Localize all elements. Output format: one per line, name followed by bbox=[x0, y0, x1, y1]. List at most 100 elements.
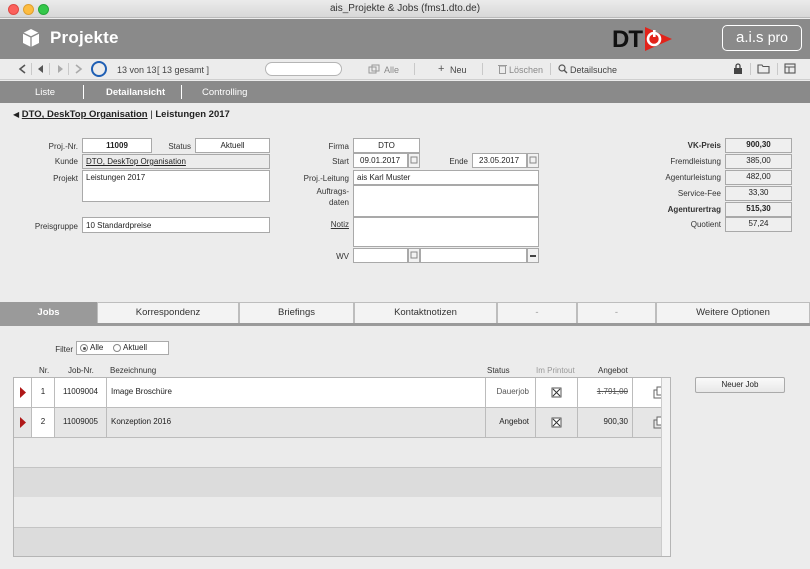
status-field[interactable]: Aktuell bbox=[195, 138, 270, 153]
back-arrow-icon[interactable]: ◀ bbox=[13, 110, 19, 119]
summary-value-1: 385,00 bbox=[725, 154, 792, 169]
table-row[interactable]: 1 11009004 Image Broschüre Dauerjob 1.791,00 bbox=[14, 378, 670, 408]
first-record-icon[interactable] bbox=[18, 64, 28, 74]
toolbar-divider bbox=[31, 63, 32, 75]
start-label: Start bbox=[332, 157, 349, 166]
show-all-button[interactable]: Alle bbox=[384, 65, 399, 75]
row-marker-icon[interactable] bbox=[14, 408, 32, 437]
row-im-printout-checkbox[interactable] bbox=[536, 408, 578, 437]
row-status: Angebot bbox=[486, 408, 536, 437]
minus-icon[interactable] bbox=[527, 248, 539, 263]
detail-search-button[interactable]: Detailsuche bbox=[570, 65, 617, 75]
next-record-icon[interactable] bbox=[55, 64, 65, 74]
kunde-label: Kunde bbox=[54, 157, 78, 166]
new-record-button[interactable]: Neu bbox=[450, 65, 467, 75]
row-divider bbox=[14, 467, 670, 468]
proj-nr-label: Proj.-Nr. bbox=[48, 142, 78, 151]
bottom-tab-1[interactable]: Korrespondenz bbox=[97, 302, 239, 323]
minimize-window-button[interactable] bbox=[23, 4, 34, 15]
row-bezeichnung[interactable]: Konzeption 2016 bbox=[107, 408, 486, 437]
window-titlebar: ais_Projekte & Jobs (fms1.dto.de) bbox=[0, 0, 810, 18]
summary-label-5: Quotient bbox=[690, 220, 721, 229]
bottom-tab-6[interactable]: Weitere Optionen bbox=[656, 302, 810, 323]
filter-radio-current[interactable] bbox=[113, 344, 121, 352]
projekt-field[interactable]: Leistungen 2017 bbox=[82, 170, 270, 202]
toolbar-divider bbox=[550, 63, 551, 75]
notiz-label[interactable]: Notiz bbox=[300, 220, 349, 229]
calendar-icon[interactable] bbox=[408, 248, 420, 263]
layout-icon[interactable] bbox=[784, 63, 796, 74]
empty-row bbox=[14, 438, 670, 467]
bottom-tab-3[interactable]: Kontaktnotizen bbox=[354, 302, 497, 323]
row-job-nr: 11009005 bbox=[55, 408, 107, 437]
table-scrollbar[interactable] bbox=[661, 378, 670, 556]
firma-label: Firma bbox=[328, 142, 349, 151]
summary-label-0: VK-Preis bbox=[687, 141, 721, 150]
preisgruppe-label: Preisgruppe bbox=[34, 222, 78, 231]
auftragsdaten-field[interactable] bbox=[353, 185, 539, 217]
previous-record-icon[interactable] bbox=[36, 64, 46, 74]
filter-all-label: Alle bbox=[90, 343, 104, 352]
filter-radio-all[interactable] bbox=[80, 344, 88, 352]
toolbar-divider bbox=[414, 63, 415, 75]
toolbar-divider bbox=[777, 63, 778, 75]
col-header-angebot: Angebot bbox=[598, 366, 628, 375]
col-header-job-nr: Job-Nr. bbox=[68, 366, 94, 375]
new-job-button[interactable]: Neuer Job bbox=[695, 377, 785, 393]
wv-text-field[interactable] bbox=[420, 248, 527, 263]
status-label: Status bbox=[168, 142, 191, 151]
row-im-printout-checkbox[interactable] bbox=[536, 378, 578, 407]
calendar-icon[interactable] bbox=[527, 153, 539, 168]
notiz-field[interactable] bbox=[353, 217, 539, 247]
filter-radio-group: Alle Aktuell bbox=[76, 341, 169, 355]
toolbar-divider bbox=[482, 63, 483, 75]
row-job-nr: 11009004 bbox=[55, 378, 107, 407]
table-row[interactable]: 2 11009005 Konzeption 2016 Angebot 900,30 bbox=[14, 408, 670, 438]
delete-record-button[interactable]: Löschen bbox=[509, 65, 543, 75]
row-angebot: 1.791,00 bbox=[578, 378, 633, 407]
preisgruppe-field[interactable]: 10 Standardpreise bbox=[82, 217, 270, 233]
quick-search-input[interactable] bbox=[265, 62, 342, 76]
firma-field[interactable]: DTO bbox=[353, 138, 420, 153]
bottom-tab-0[interactable]: Jobs bbox=[0, 302, 97, 323]
tab-controlling[interactable]: Controlling bbox=[202, 87, 247, 98]
bottom-tab-2[interactable]: Briefings bbox=[239, 302, 354, 323]
col-header-im-printout: Im Printout bbox=[536, 366, 575, 375]
filter-current-label: Aktuell bbox=[123, 343, 148, 352]
summary-label-3: Service-Fee bbox=[677, 189, 721, 198]
close-window-button[interactable] bbox=[8, 4, 19, 15]
projleitung-field[interactable]: ais Karl Muster bbox=[353, 170, 539, 185]
calendar-icon[interactable] bbox=[408, 153, 420, 168]
row-divider bbox=[14, 527, 670, 528]
kunde-field[interactable]: DTO, DeskTop Organisation bbox=[82, 154, 270, 169]
wv-date-field[interactable] bbox=[353, 248, 408, 263]
auftragsdaten-label-line1: Auftrags- bbox=[316, 187, 349, 196]
tab-divider bbox=[181, 85, 182, 99]
bottom-tab-4[interactable]: - bbox=[497, 302, 577, 323]
last-record-icon[interactable] bbox=[73, 64, 83, 74]
start-date-field[interactable]: 09.01.2017 bbox=[353, 153, 408, 168]
tab-detailansicht[interactable]: Detailansicht bbox=[106, 87, 165, 98]
lock-icon[interactable] bbox=[733, 63, 743, 75]
bottom-tab-5[interactable]: - bbox=[577, 302, 656, 323]
trash-icon bbox=[498, 64, 507, 74]
zoom-window-button[interactable] bbox=[38, 4, 49, 15]
auftragsdaten-label-line2: daten bbox=[328, 198, 349, 207]
summary-value-4: 515,30 bbox=[725, 202, 792, 217]
toolbar-divider bbox=[68, 63, 69, 75]
row-marker-icon[interactable] bbox=[14, 378, 32, 407]
tab-liste[interactable]: Liste bbox=[35, 87, 55, 98]
col-header-nr: Nr. bbox=[39, 366, 50, 375]
projekt-label: Projekt bbox=[53, 174, 78, 183]
folder-icon[interactable] bbox=[757, 63, 770, 74]
breadcrumb-project: Leistungen 2017 bbox=[155, 109, 230, 120]
jobs-table: 1 11009004 Image Broschüre Dauerjob 1.791,00… bbox=[13, 377, 671, 557]
summary-label-4: Agenturertrag bbox=[667, 205, 721, 214]
breadcrumb-customer-link[interactable]: DTO, DeskTop Organisation bbox=[22, 109, 148, 120]
row-bezeichnung[interactable]: Image Broschüre bbox=[107, 378, 486, 407]
end-date-field[interactable]: 23.05.2017 bbox=[472, 153, 527, 168]
show-all-icon bbox=[368, 64, 380, 74]
record-slider-knob[interactable] bbox=[91, 61, 107, 77]
proj-nr-field[interactable]: 11009 bbox=[82, 138, 152, 153]
breadcrumb: ◀ DTO, DeskTop Organisation | Leistungen… bbox=[13, 109, 230, 120]
